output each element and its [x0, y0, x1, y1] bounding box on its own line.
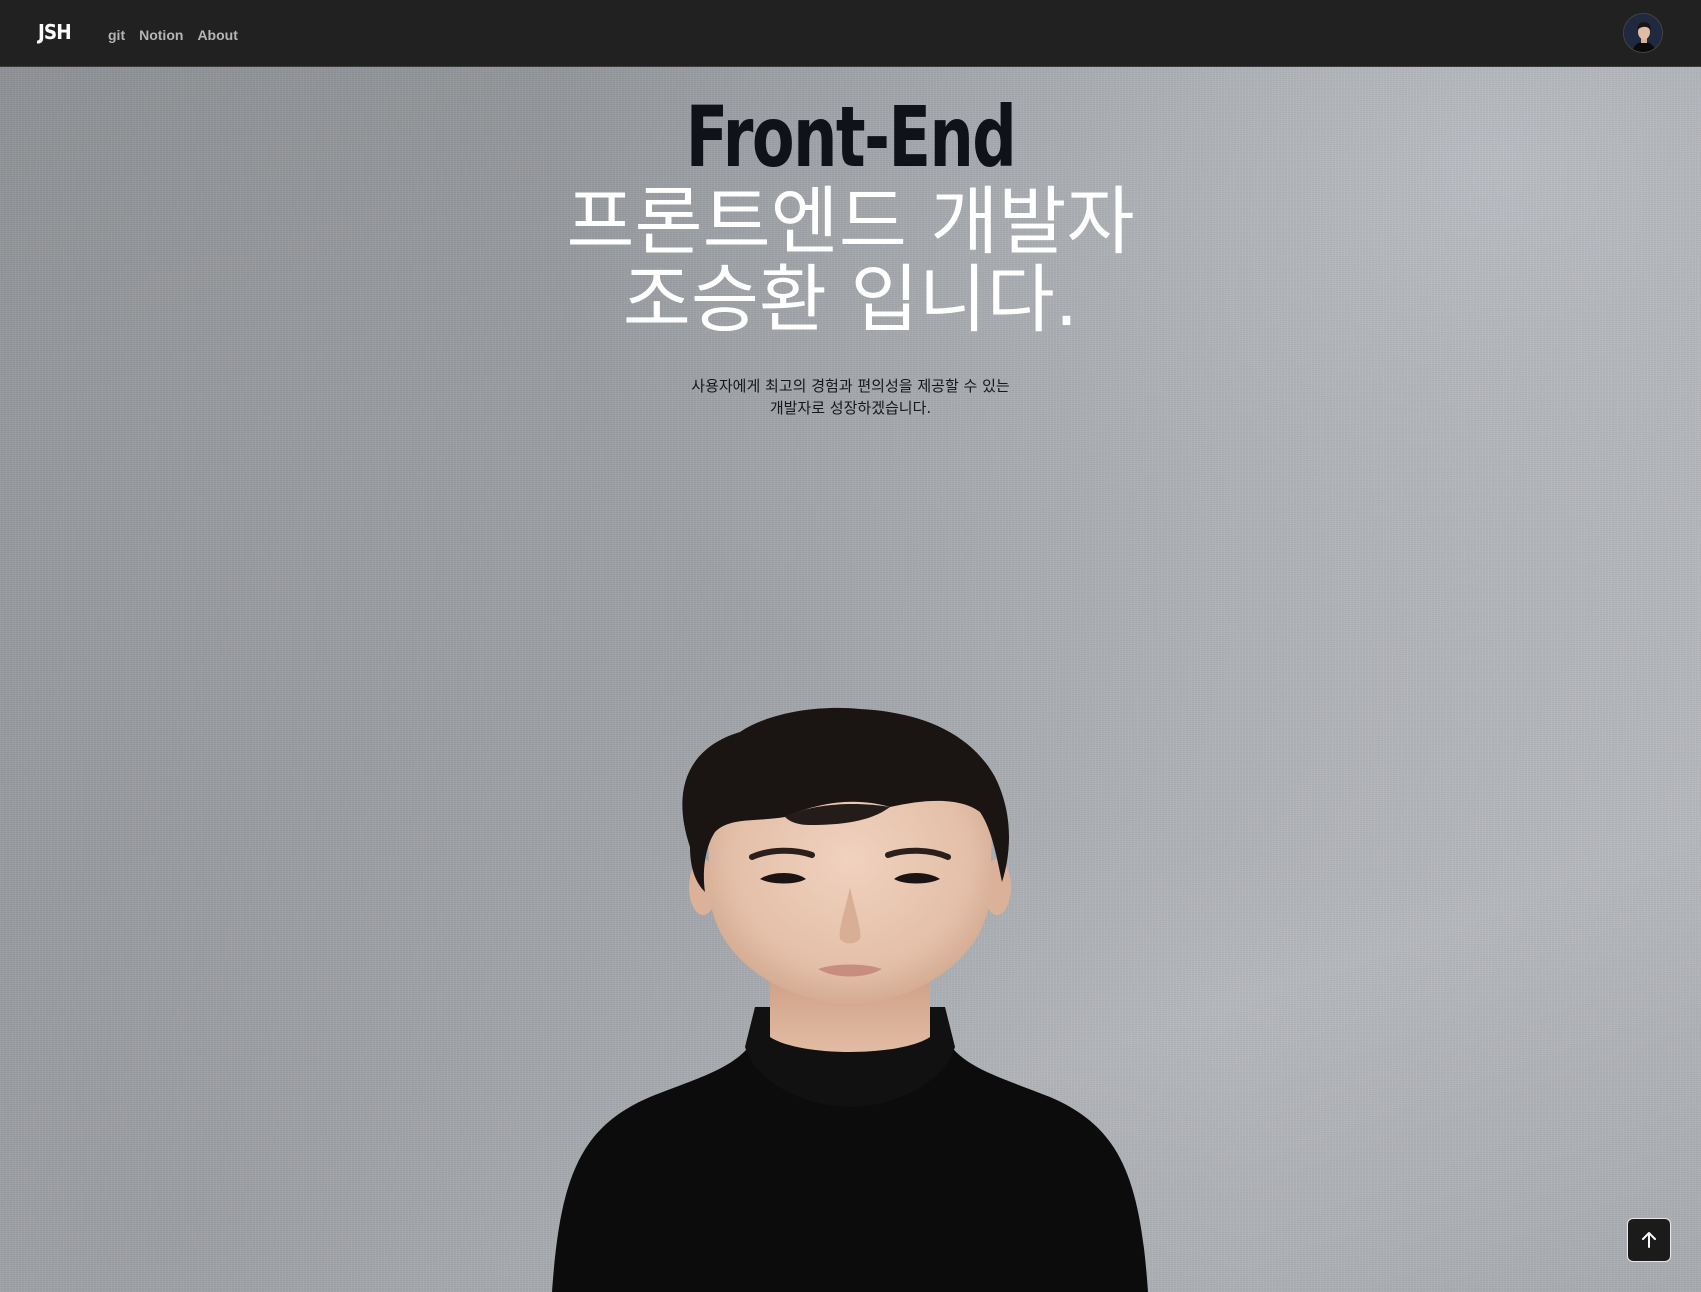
profile-avatar-icon[interactable]	[1623, 13, 1663, 53]
profile-portrait-image	[552, 707, 1148, 1292]
hero-title-korean: 프론트엔드 개발자 조승환 입니다.	[0, 183, 1701, 339]
nav-link-notion[interactable]: Notion	[139, 27, 183, 43]
hero-title-english: Front-End	[685, 88, 1017, 186]
hero-subtitle-line-2: 개발자로 성장하겠습니다.	[769, 399, 932, 417]
nav-link-git[interactable]: git	[108, 27, 125, 43]
hero-title-korean-line-2: 조승환 입니다.	[622, 257, 1079, 343]
hero-subtitle-line-1: 사용자에게 최고의 경험과 편의성을 제공할 수 있는	[691, 377, 1010, 395]
hero-title-korean-line-1: 프론트엔드 개발자	[566, 179, 1135, 265]
brand-logo[interactable]: JSH	[38, 20, 72, 44]
hero-subtitle: 사용자에게 최고의 경험과 편의성을 제공할 수 있는 개발자로 성장하겠습니다…	[0, 375, 1701, 419]
arrow-up-icon	[1642, 1232, 1656, 1248]
hero-section: Front-End 프론트엔드 개발자 조승환 입니다. 사용자에게 최고의 경…	[0, 67, 1701, 1292]
nav-link-about[interactable]: About	[197, 27, 237, 43]
scroll-to-top-button[interactable]	[1627, 1218, 1671, 1262]
avatar-portrait-icon	[1624, 14, 1662, 52]
main-nav: git Notion About	[108, 27, 238, 43]
top-navbar: JSH git Notion About	[0, 0, 1701, 67]
